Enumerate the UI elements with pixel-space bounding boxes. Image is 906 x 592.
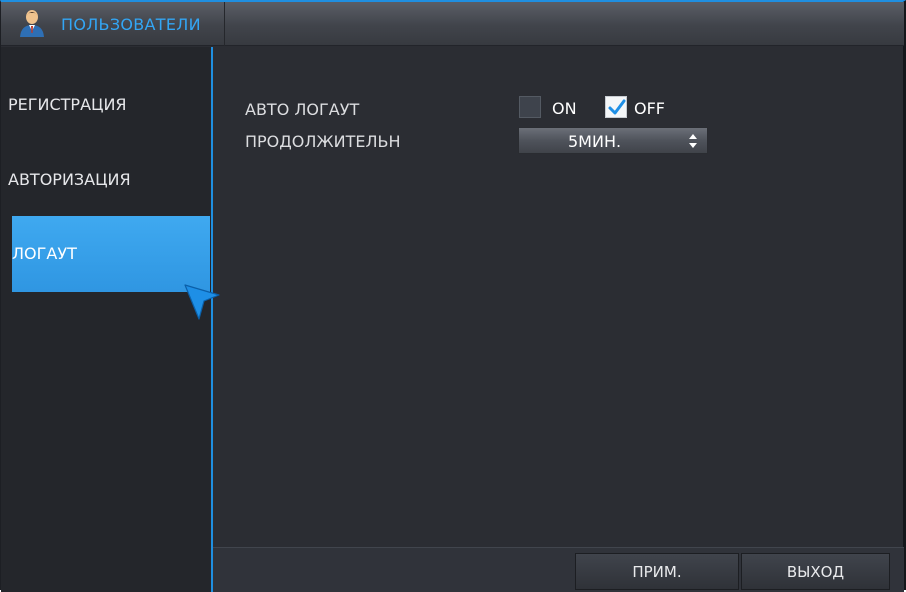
- page-title: ПОЛЬЗОВАТЕЛИ: [61, 15, 201, 34]
- apply-button[interactable]: ПРИМ.: [575, 553, 739, 590]
- duration-label: ПРОДОЛЖИТЕЛЬН: [245, 132, 401, 151]
- spinner-arrows-icon[interactable]: [683, 131, 703, 151]
- auto-logout-on-label: ON: [552, 99, 577, 118]
- user-icon: [20, 10, 44, 37]
- checkmark-icon: [608, 99, 626, 115]
- exit-button[interactable]: ВЫХОД: [741, 553, 890, 590]
- title-bar: ПОЛЬЗОВАТЕЛИ: [1, 2, 904, 46]
- sidebar-item-label: АВТОРИЗАЦИЯ: [8, 170, 131, 189]
- title-separator: [224, 2, 225, 46]
- auto-logout-off-checkbox[interactable]: [605, 96, 627, 118]
- sidebar-item-logout[interactable]: ЛОГАУТ: [12, 216, 210, 292]
- sidebar-item-label: РЕГИСТРАЦИЯ: [8, 95, 127, 114]
- auto-logout-label: АВТО ЛОГАУТ: [245, 100, 360, 119]
- duration-select[interactable]: 5МИН.: [518, 127, 708, 154]
- sidebar-item-label: ЛОГАУТ: [12, 244, 77, 263]
- users-window: ПОЛЬЗОВАТЕЛИ РЕГИСТРАЦИЯ АВТОРИЗАЦИЯ ЛОГ…: [0, 0, 906, 592]
- duration-value: 5МИН.: [568, 132, 622, 151]
- mouse-cursor-icon: [184, 284, 220, 320]
- auto-logout-on-checkbox[interactable]: [519, 96, 541, 118]
- sidebar-item-registration[interactable]: РЕГИСТРАЦИЯ: [1, 72, 210, 146]
- auto-logout-off-label: OFF: [634, 99, 665, 118]
- sidebar-item-authorization[interactable]: АВТОРИЗАЦИЯ: [1, 145, 210, 219]
